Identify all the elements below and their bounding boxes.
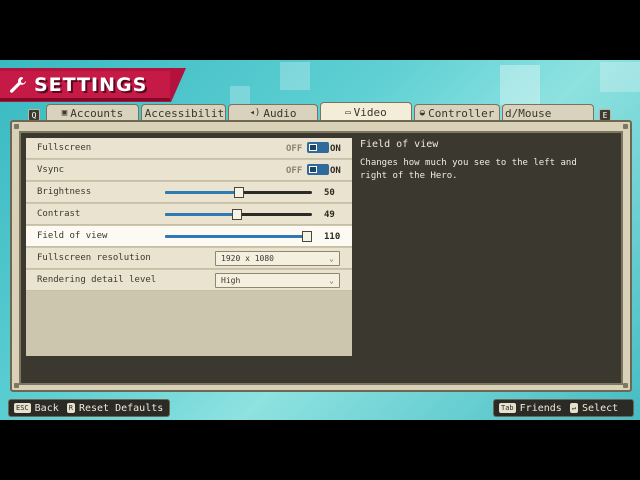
toggle-on-label: ON bbox=[330, 144, 341, 154]
tab-label: d/Mouse bbox=[505, 106, 552, 120]
tab-video[interactable]: ▭ Video bbox=[320, 102, 412, 122]
setting-label: Rendering detail level bbox=[37, 275, 157, 285]
description-title: Field of view bbox=[360, 139, 439, 150]
slider-knob[interactable] bbox=[233, 187, 244, 198]
slider-fill bbox=[165, 213, 238, 216]
settings-panel: Fullscreen OFF ON Vsync OFF ON Brightnes… bbox=[10, 120, 632, 392]
fov-slider[interactable] bbox=[165, 231, 312, 242]
tab-label: Controller bbox=[428, 106, 495, 120]
setting-label: Vsync bbox=[37, 165, 65, 175]
tab-bar: Q ▣ Accounts ♖ Accessibility ◂) Audio ▭ … bbox=[28, 102, 618, 122]
dropdown-value: High bbox=[221, 276, 241, 285]
enter-key: ↵ bbox=[569, 403, 579, 413]
tab-label: Audio bbox=[263, 106, 297, 120]
setting-field-of-view[interactable]: Field of view 110 bbox=[26, 226, 352, 247]
setting-fullscreen[interactable]: Fullscreen OFF ON bbox=[26, 138, 352, 159]
background-block bbox=[600, 62, 640, 92]
detail-dropdown[interactable]: High ⌄ bbox=[215, 273, 340, 288]
accessibility-icon: ♖ bbox=[141, 108, 142, 118]
chevron-down-icon: ⌄ bbox=[329, 276, 334, 285]
rivet bbox=[623, 124, 628, 129]
setting-vsync[interactable]: Vsync OFF ON bbox=[26, 160, 352, 181]
tab-label: Accessibility bbox=[144, 106, 226, 120]
footer-right: Tab Friends ↵ Select bbox=[493, 399, 634, 417]
tab-label: Accounts bbox=[70, 106, 124, 120]
footer-left: ESC Back R Reset Defaults bbox=[8, 399, 170, 417]
tab-accounts[interactable]: ▣ Accounts bbox=[46, 104, 139, 121]
rivet bbox=[14, 124, 19, 129]
title-banner: SETTINGS bbox=[0, 71, 170, 101]
tab-controller[interactable]: ◒ Controller bbox=[414, 104, 500, 121]
toggle-off-label: OFF bbox=[286, 144, 303, 154]
friends-button[interactable]: Friends bbox=[520, 403, 562, 414]
background-block bbox=[500, 65, 540, 105]
setting-rendering-detail[interactable]: Rendering detail level High ⌄ bbox=[26, 270, 352, 291]
slider-fill bbox=[165, 191, 239, 194]
tab-keyboard-mouse[interactable]: d/Mouse bbox=[502, 104, 594, 121]
controller-icon: ◒ bbox=[419, 108, 426, 118]
tab-accessibility[interactable]: ♖ Accessibility bbox=[141, 104, 226, 121]
slider-knob[interactable] bbox=[232, 209, 243, 220]
speaker-icon: ◂) bbox=[249, 108, 261, 118]
rivet bbox=[623, 383, 628, 388]
tab-key: Tab bbox=[499, 403, 516, 413]
brightness-slider[interactable] bbox=[165, 187, 312, 198]
toggle-off-label: OFF bbox=[286, 166, 303, 176]
brightness-value: 50 bbox=[324, 188, 335, 198]
setting-brightness[interactable]: Brightness 50 bbox=[26, 182, 352, 203]
page-title: SETTINGS bbox=[34, 73, 148, 96]
fov-value: 110 bbox=[324, 232, 341, 242]
setting-label: Contrast bbox=[37, 209, 81, 219]
contrast-slider[interactable] bbox=[165, 209, 312, 220]
select-button[interactable]: Select bbox=[582, 403, 618, 414]
contrast-value: 49 bbox=[324, 210, 335, 220]
setting-contrast[interactable]: Contrast 49 bbox=[26, 204, 352, 225]
settings-screen: SETTINGS Q ▣ Accounts ♖ Accessibility ◂)… bbox=[0, 60, 640, 420]
slider-knob[interactable] bbox=[302, 231, 312, 242]
chevron-down-icon: ⌄ bbox=[329, 254, 334, 263]
back-button[interactable]: Back bbox=[35, 403, 59, 414]
esc-key: ESC bbox=[14, 403, 31, 413]
settings-list: Fullscreen OFF ON Vsync OFF ON Brightnes… bbox=[26, 138, 352, 356]
vsync-toggle[interactable] bbox=[307, 164, 329, 175]
description-panel: Field of view Changes how much you see t… bbox=[360, 139, 600, 183]
settings-content: Fullscreen OFF ON Vsync OFF ON Brightnes… bbox=[19, 131, 623, 385]
background-block bbox=[280, 62, 310, 90]
dropdown-value: 1920 x 1080 bbox=[221, 254, 274, 263]
setting-label: Fullscreen bbox=[37, 143, 92, 153]
reset-defaults-button[interactable]: Reset Defaults bbox=[79, 403, 163, 414]
tab-label: Video bbox=[353, 106, 387, 119]
setting-label: Brightness bbox=[37, 187, 92, 197]
monitor-icon: ▭ bbox=[345, 107, 351, 118]
r-key: R bbox=[66, 403, 75, 413]
setting-fullscreen-resolution[interactable]: Fullscreen resolution 1920 x 1080 ⌄ bbox=[26, 248, 352, 269]
wrench-icon bbox=[10, 76, 26, 93]
description-text: Changes how much you see to the left and… bbox=[360, 158, 577, 181]
toggle-on-label: ON bbox=[330, 166, 341, 176]
accounts-icon: ▣ bbox=[61, 108, 68, 118]
setting-label: Fullscreen resolution bbox=[37, 253, 151, 263]
slider-fill bbox=[165, 235, 312, 238]
resolution-dropdown[interactable]: 1920 x 1080 ⌄ bbox=[215, 251, 340, 266]
fullscreen-toggle[interactable] bbox=[307, 142, 329, 153]
tab-audio[interactable]: ◂) Audio bbox=[228, 104, 318, 121]
setting-label: Field of view bbox=[37, 231, 108, 241]
